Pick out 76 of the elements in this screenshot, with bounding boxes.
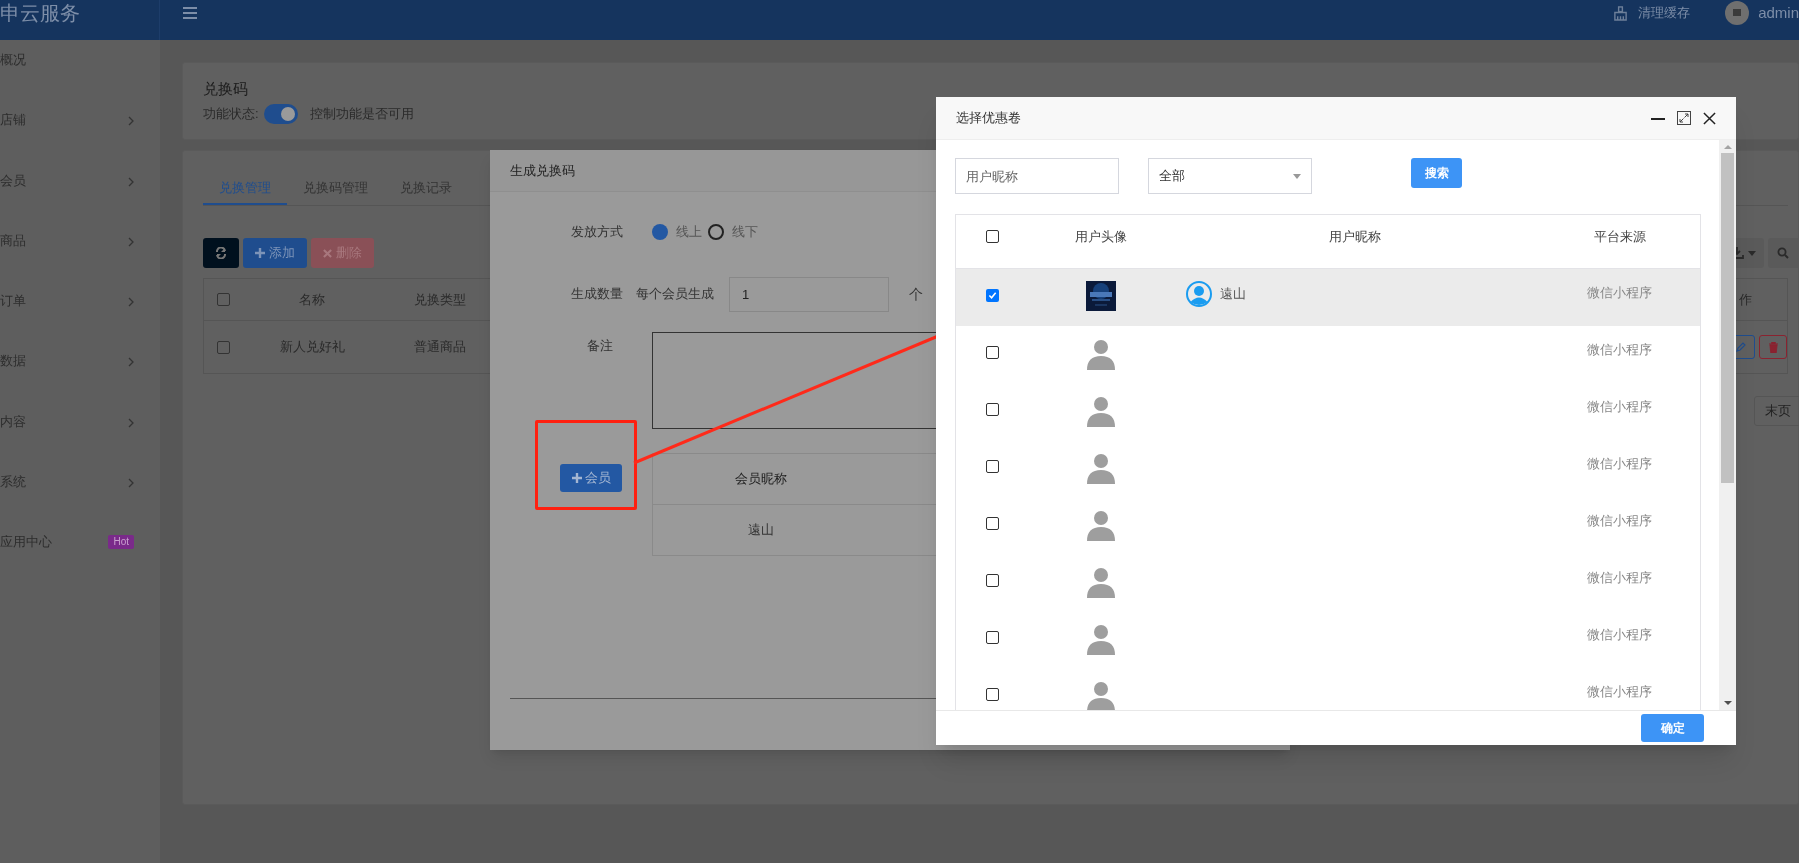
radio-button[interactable] (652, 224, 668, 240)
radio-option[interactable]: 线上 (652, 222, 702, 242)
plus-icon (255, 248, 265, 258)
plus-icon (571, 473, 582, 483)
avatar-placeholder-icon (1084, 338, 1117, 370)
avatar-placeholder-icon (1084, 623, 1117, 655)
checkbox[interactable] (986, 230, 1000, 243)
dialog-title: 生成兑换码 (510, 161, 575, 180)
checkbox[interactable] (986, 403, 1000, 416)
avatar-placeholder-icon (1084, 509, 1117, 541)
user-icon (1185, 281, 1212, 307)
close-icon[interactable] (1703, 111, 1716, 125)
maximize-icon[interactable] (1677, 111, 1691, 125)
column-header: 会员昵称 (734, 470, 788, 489)
field-label: 备注 (586, 337, 614, 355)
refresh-icon (215, 247, 227, 259)
table-cell-text: 微信小程序 (1586, 341, 1654, 359)
checkbox[interactable] (986, 346, 1000, 359)
table-cell-text: 微信小程序 (1586, 398, 1654, 416)
column-header: 用户头像 (1073, 227, 1128, 246)
trash-icon (1768, 341, 1778, 353)
radio-option[interactable]: 线下 (708, 222, 758, 242)
nickname-search-field[interactable]: 用户昵称 (955, 158, 1119, 194)
avatar-placeholder-icon (1084, 680, 1117, 710)
check-icon (988, 291, 998, 300)
checkbox[interactable] (217, 340, 230, 354)
confirm-button[interactable]: 确定 (1641, 714, 1704, 742)
table-cell-text: 微信小程序 (1586, 683, 1654, 701)
field-label: 生成数量 (570, 285, 623, 304)
table-cell-text: 微信小程序 (1586, 626, 1654, 644)
checkbox[interactable] (986, 688, 1000, 701)
avatar-placeholder-icon (1084, 566, 1117, 598)
menu-icon[interactable] (183, 7, 197, 19)
column-header: 用户昵称 (1328, 227, 1383, 246)
platform-select[interactable]: 全部 (1148, 158, 1312, 194)
tab[interactable]: 兑换管理 (203, 171, 287, 205)
page-title: 兑换码 (203, 79, 249, 99)
field-label: 发放方式 (570, 223, 623, 242)
logo-text: 申云服务 (0, 1, 80, 25)
avatar-placeholder-icon (1084, 452, 1117, 484)
caret-icon (1293, 173, 1301, 179)
clear-cache-button[interactable]: 清理缓存 (1613, 3, 1691, 23)
search-button[interactable]: 搜索 (1411, 158, 1462, 188)
checkbox[interactable] (986, 517, 1000, 530)
checkbox[interactable] (986, 631, 1000, 644)
checkbox[interactable] (986, 574, 1000, 587)
refresh-button[interactable] (203, 238, 239, 268)
search-icon (1777, 247, 1789, 259)
table-cell-text: 微信小程序 (1586, 569, 1654, 587)
checkbox[interactable] (986, 289, 1000, 302)
checkbox[interactable] (217, 293, 230, 306)
table-cell-text: 微信小程序 (1586, 512, 1654, 530)
status-toggle[interactable] (263, 104, 298, 124)
table-cell-text: 微信小程序 (1586, 284, 1654, 302)
unit-label: 个 (909, 284, 923, 304)
caret-icon (1748, 250, 1756, 256)
avatar-placeholder-icon (1084, 395, 1117, 427)
column-header: 平台来源 (1592, 227, 1647, 246)
field-label: 每个会员生成 (636, 285, 714, 304)
radio-button[interactable] (708, 224, 724, 240)
pencil-icon (1736, 342, 1746, 352)
dialog-title: 选择优惠卷 (956, 109, 1021, 128)
close-icon (323, 248, 332, 258)
add-member-button[interactable]: 会员 (560, 464, 622, 492)
avatar-icon (1725, 1, 1750, 25)
checkbox[interactable] (986, 460, 1000, 473)
add-button[interactable]: 添加 (243, 238, 307, 268)
table-cell-text: 遠山 (747, 521, 775, 540)
broom-icon (1613, 5, 1629, 21)
table-cell-text: 遠山 (1219, 285, 1246, 304)
last-page-button[interactable]: 末页 (1754, 396, 1799, 426)
table-cell-text: 微信小程序 (1586, 455, 1654, 473)
count-input[interactable]: 1 (729, 276, 889, 312)
scrollbar[interactable] (1719, 140, 1736, 710)
user-name[interactable]: admin (1758, 1, 1799, 25)
hot-badge: Hot (108, 535, 134, 550)
